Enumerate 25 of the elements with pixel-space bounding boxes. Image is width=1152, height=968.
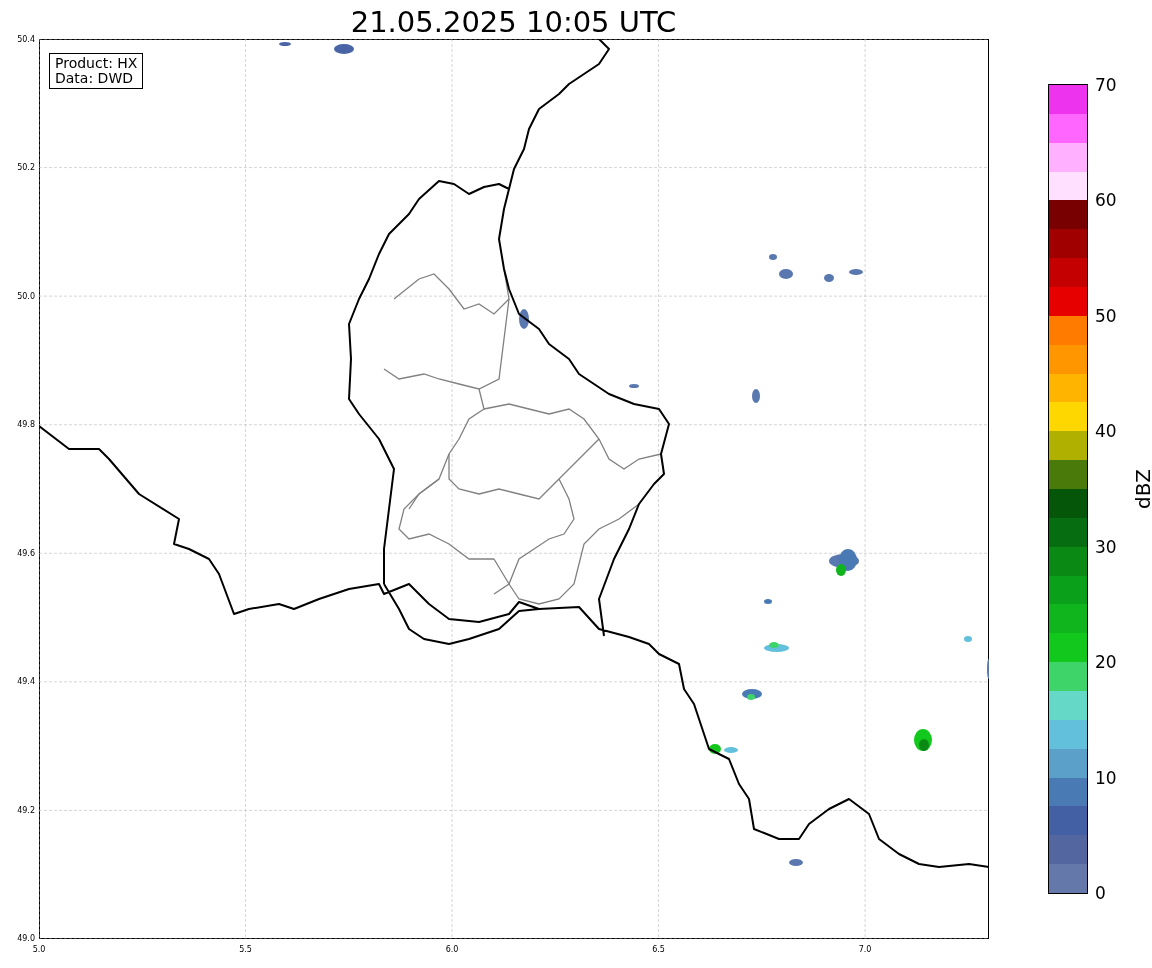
colorbar-label: dBZ: [1131, 468, 1152, 510]
colorbar-tick-label: 40: [1095, 421, 1117, 442]
y-tick-label: 49.8: [17, 419, 35, 429]
colorbar-tick-label: 0: [1095, 883, 1106, 903]
x-tick-label: 5.5: [239, 945, 252, 954]
chart-title: 21.05.2025 10:05 UTC: [350, 5, 677, 39]
colorbar-tick-label: 30: [1095, 536, 1117, 557]
x-tick-label: 7.0: [858, 945, 872, 954]
info-text: Product: HX: [55, 56, 138, 71]
y-tick-label: 49.4: [17, 676, 35, 686]
colorbar-tick-label: 70: [1095, 75, 1117, 95]
info-text: Data: DWD: [55, 71, 134, 86]
colorbar-tick-label: 60: [1095, 190, 1117, 211]
y-tick-label: 49.0: [17, 933, 35, 943]
y-tick-label: 49.2: [17, 805, 35, 815]
x-tick-label: 5.0: [32, 945, 46, 954]
y-tick-label: 50.4: [17, 34, 35, 44]
colorbar-tick-label: 50: [1095, 305, 1117, 326]
x-tick-label: 6.0: [445, 945, 459, 954]
colorbar-tick-label: 20: [1095, 652, 1117, 673]
y-tick-label: 50.0: [17, 291, 35, 301]
colorbar-tick-label: 10: [1095, 767, 1117, 788]
x-tick-label: 6.5: [652, 945, 665, 954]
y-tick-label: 50.2: [17, 162, 35, 172]
y-tick-label: 49.6: [17, 548, 35, 558]
